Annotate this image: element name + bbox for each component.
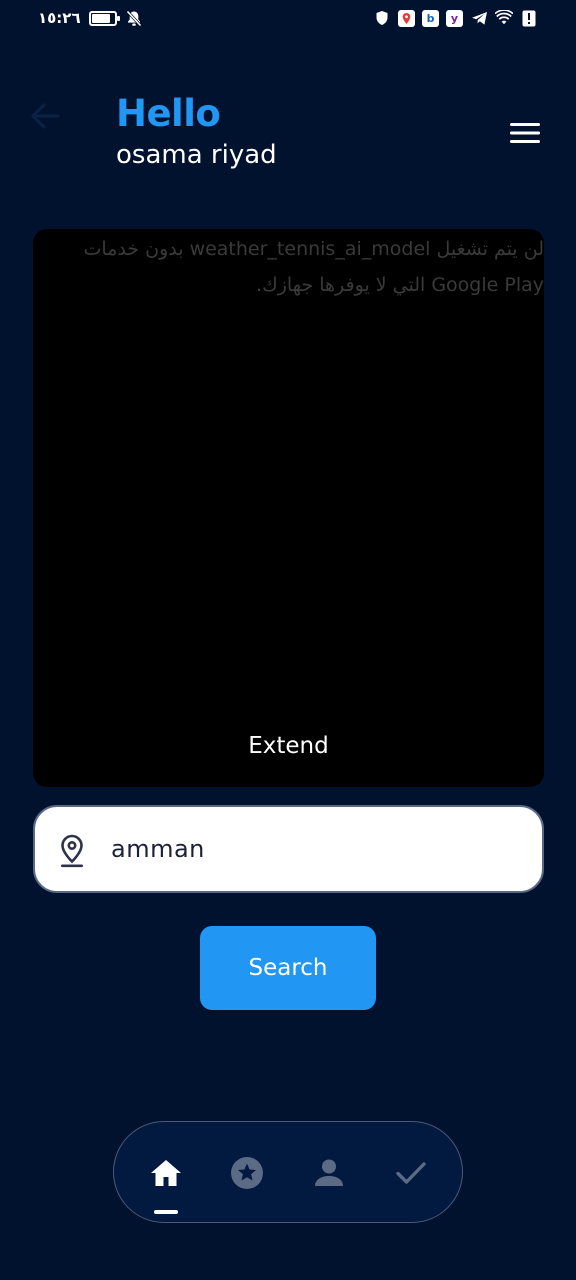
error-message-line-2: Google Play التي لا يوفرها جهازك.	[256, 274, 544, 296]
shield-icon	[373, 9, 391, 27]
nav-favorites[interactable]	[229, 1155, 265, 1191]
city-search-field[interactable]: amman	[33, 805, 544, 893]
play-services-error-message: لن يتم تشغيل weather_tennis_ai_model بدو…	[33, 229, 544, 303]
telegram-icon	[470, 9, 488, 27]
city-search-value[interactable]: amman	[111, 835, 205, 863]
status-time: ١٥:٢٦	[38, 9, 81, 27]
wifi-icon	[495, 9, 513, 27]
hamburger-menu-icon	[510, 123, 540, 143]
star-circle-icon	[231, 1157, 263, 1189]
username: osama riyad	[116, 140, 277, 170]
nav-home[interactable]	[148, 1155, 184, 1191]
menu-button[interactable]	[508, 120, 542, 146]
bing-app-icon: b	[422, 9, 439, 27]
ad-panel: لن يتم تشغيل weather_tennis_ai_model بدو…	[33, 229, 544, 787]
maps-app-icon	[398, 9, 415, 27]
nav-tasks[interactable]	[393, 1155, 429, 1191]
bottom-navigation	[113, 1121, 463, 1223]
error-message-line-1: لن يتم تشغيل weather_tennis_ai_model بدو…	[83, 238, 544, 260]
status-right: b y	[373, 9, 538, 27]
yahoo-app-icon: y	[446, 9, 463, 27]
battery-level	[91, 13, 111, 23]
active-tab-indicator	[154, 1210, 178, 1214]
location-pin-icon	[57, 833, 87, 869]
person-icon	[315, 1159, 343, 1186]
notifications-off-icon	[125, 9, 143, 27]
arrow-left-icon	[31, 103, 60, 129]
status-bar: ١٥:٢٦ b y	[0, 0, 576, 36]
status-left: ١٥:٢٦	[38, 9, 143, 27]
home-icon	[151, 1160, 181, 1186]
alert-icon	[520, 9, 538, 27]
greeting-title: Hello	[116, 92, 221, 135]
extend-button[interactable]: Extend	[33, 733, 544, 759]
nav-profile[interactable]	[311, 1155, 347, 1191]
back-button[interactable]	[28, 100, 62, 132]
battery-icon	[88, 10, 120, 26]
search-button[interactable]: Search	[200, 926, 376, 1010]
check-icon	[396, 1162, 426, 1184]
